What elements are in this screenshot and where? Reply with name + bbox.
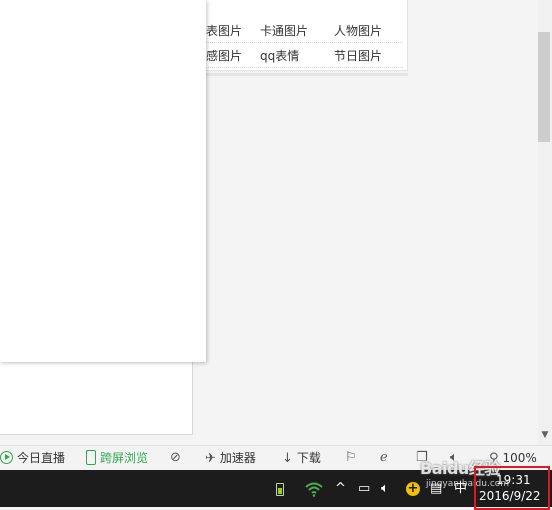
battery-icon[interactable] bbox=[276, 483, 284, 496]
link-category[interactable]: 卡通图片 bbox=[260, 22, 308, 40]
play-icon bbox=[0, 451, 13, 464]
vertical-scrollbar[interactable]: ▼ bbox=[538, 0, 552, 445]
power-plug-icon[interactable]: ▭ bbox=[358, 470, 370, 507]
clean-icon[interactable]: ⊘ bbox=[170, 446, 181, 470]
today-live-button[interactable]: 今日直播 bbox=[0, 446, 65, 470]
today-live-label: 今日直播 bbox=[17, 451, 66, 465]
cross-screen-button[interactable]: 跨屏浏览 bbox=[86, 446, 148, 470]
accelerator-label: 加速器 bbox=[219, 451, 256, 465]
scroll-down-arrow-icon[interactable]: ▼ bbox=[539, 429, 551, 441]
cross-screen-label: 跨屏浏览 bbox=[100, 451, 149, 465]
download-button[interactable]: ↓ 下载 bbox=[282, 446, 321, 470]
show-hidden-icons-chevron-icon[interactable]: ^ bbox=[335, 470, 346, 507]
link-category[interactable]: 感图片 bbox=[206, 47, 242, 65]
download-label: 下载 bbox=[296, 451, 321, 465]
link-category[interactable]: 节日图片 bbox=[334, 47, 382, 65]
popup-panel bbox=[0, 0, 206, 362]
scroll-thumb[interactable] bbox=[538, 32, 550, 142]
accelerator-button[interactable]: ✈ 加速器 bbox=[205, 446, 256, 470]
clock-date[interactable]: 2016/9/22 bbox=[479, 489, 541, 503]
rocket-icon: ✈ bbox=[205, 450, 216, 466]
image-category-links: 表图片 卡通图片 人物图片 感图片 qq表情 节日图片 bbox=[205, 0, 408, 76]
volume-icon[interactable]: 🔈︎ bbox=[381, 470, 389, 507]
zoom-level: 100% bbox=[502, 451, 537, 465]
clock-time[interactable]: 19:31 bbox=[496, 473, 531, 487]
link-category[interactable]: qq表情 bbox=[260, 47, 299, 65]
add-plus-icon[interactable]: + bbox=[406, 482, 420, 496]
link-category[interactable]: 人物图片 bbox=[334, 22, 382, 40]
flag-icon[interactable]: ⚐ bbox=[345, 446, 357, 470]
row-divider bbox=[206, 67, 403, 68]
download-arrow-icon: ↓ bbox=[282, 450, 293, 466]
phone-icon bbox=[86, 450, 96, 465]
wifi-icon[interactable] bbox=[305, 481, 323, 497]
link-category[interactable]: 表图片 bbox=[206, 22, 242, 40]
row-divider bbox=[206, 42, 403, 43]
ie-icon[interactable]: ℯ bbox=[380, 446, 388, 470]
